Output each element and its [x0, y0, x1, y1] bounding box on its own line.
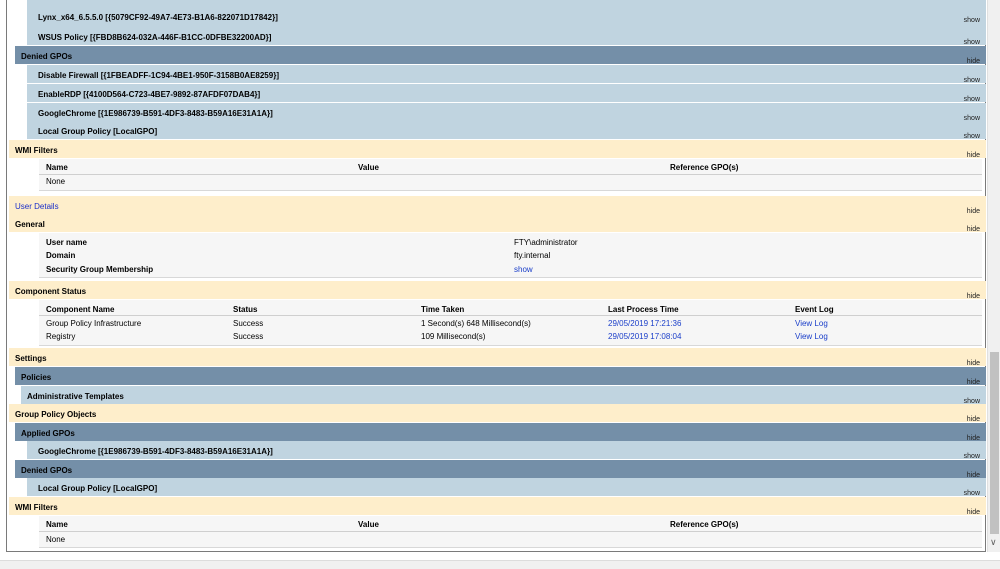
wmi-filters-title: WMI Filters [15, 146, 58, 155]
general-table: User name FTY\administrator Domain fty.i… [39, 233, 982, 278]
user-name-value: FTY\administrator [514, 238, 578, 247]
component-status-table: Component Name Status Time Taken Last Pr… [39, 300, 982, 346]
domain-key: Domain [46, 251, 76, 260]
column-header-time-taken: Time Taken [421, 305, 465, 314]
settings-header[interactable]: Settings hide [9, 348, 986, 367]
column-header-last-process: Last Process Time [608, 305, 679, 314]
domain-value: fty.internal [514, 251, 551, 260]
header-divider [39, 315, 982, 316]
report-panel: Lynx_x64_6.5.5.0 [{5079CF92-49A7-4E73-B1… [6, 0, 986, 552]
column-header-status: Status [233, 305, 258, 314]
scroll-down-icon[interactable]: ∨ [990, 537, 997, 547]
view-log-link[interactable]: View Log [795, 332, 828, 342]
wmi-filters-header[interactable]: WMI Filters hide [9, 140, 986, 159]
wmi-filters-table: Name Value Reference GPO(s) None [39, 516, 982, 548]
view-log-link[interactable]: View Log [795, 319, 828, 329]
component-status-header[interactable]: Component Status hide [9, 281, 986, 300]
gpo-label: Local Group Policy [LocalGPO] [38, 484, 158, 493]
scrollbar-thumb[interactable] [990, 352, 999, 534]
gpo-label: Disable Firewall [{1FBEADFF-1C94-4BE1-95… [38, 71, 279, 80]
gpo-row: Local Group Policy [LocalGPO] show [27, 478, 986, 497]
gpo-label: EnableRDP [{4100D564-C723-4BE7-9892-87AF… [38, 90, 261, 99]
gpo-label: GoogleChrome [{1E986739-B591-4DF3-8483-B… [38, 447, 273, 456]
column-header-component: Component Name [46, 305, 115, 314]
column-header-value: Value [358, 163, 379, 172]
gpo-row: WSUS Policy [{FBD8B624-032A-446F-B1CC-0D… [27, 27, 986, 46]
show-toggle[interactable]: show [964, 17, 980, 25]
general-title: General [15, 220, 45, 229]
wmi-filters-header[interactable]: WMI Filters hide [9, 497, 986, 516]
gpo-row: GoogleChrome [{1E986739-B591-4DF3-8483-B… [27, 103, 986, 122]
gpo-label: Local Group Policy [LocalGPO] [38, 127, 158, 136]
denied-gpos-header[interactable]: Denied GPOs hide [15, 46, 986, 65]
gpo-row: Lynx_x64_6.5.5.0 [{5079CF92-49A7-4E73-B1… [27, 0, 986, 27]
component-status-title: Component Status [15, 287, 87, 296]
settings-title: Settings [15, 354, 47, 363]
wmi-filters-table: Name Value Reference GPO(s) None [39, 159, 982, 191]
applied-gpos-title: Applied GPOs [21, 429, 75, 438]
denied-gpos-title: Denied GPOs [21, 52, 73, 61]
component-name: Group Policy Infrastructure [46, 319, 142, 328]
gpo-row: EnableRDP [{4100D564-C723-4BE7-9892-87AF… [27, 84, 986, 103]
header-divider [39, 174, 982, 175]
gpo-label: WSUS Policy [{FBD8B624-032A-446F-B1CC-0D… [38, 33, 272, 42]
wmi-none-text: None [46, 535, 66, 544]
component-time: 109 Millisecond(s) [421, 332, 486, 341]
gpo-label: Lynx_x64_6.5.5.0 [{5079CF92-49A7-4E73-B1… [38, 13, 278, 22]
header-divider [39, 531, 982, 532]
column-header-name: Name [46, 163, 68, 172]
gpo-row: GoogleChrome [{1E986739-B591-4DF3-8483-B… [27, 441, 986, 460]
component-name: Registry [46, 332, 76, 341]
column-header-value: Value [358, 520, 379, 529]
gpo-row: Local Group Policy [LocalGPO] show [27, 121, 986, 140]
component-last-process: 29/05/2019 17:08:04 [608, 332, 682, 341]
user-details-title: User Details [15, 202, 59, 211]
component-status: Success [233, 332, 264, 341]
security-group-key: Security Group Membership [46, 265, 154, 274]
component-last-process: 29/05/2019 17:21:36 [608, 319, 682, 328]
admin-templates-label: Administrative Templates [27, 392, 124, 401]
group-policy-objects-header[interactable]: Group Policy Objects hide [9, 404, 986, 423]
component-time: 1 Second(s) 648 Millisecond(s) [421, 319, 531, 328]
admin-templates-row[interactable]: Administrative Templates show [21, 386, 986, 405]
column-header-event-log: Event Log [795, 305, 834, 314]
wmi-filters-title: WMI Filters [15, 503, 58, 512]
denied-gpos-title: Denied GPOs [21, 466, 73, 475]
user-details-header[interactable]: User Details hide [9, 196, 986, 215]
applied-gpos-header[interactable]: Applied GPOs hide [15, 423, 986, 442]
gpo-row: Disable Firewall [{1FBEADFF-1C94-4BE1-95… [27, 65, 986, 84]
security-group-show-link[interactable]: show [514, 265, 533, 275]
group-policy-objects-title: Group Policy Objects [15, 410, 97, 419]
vertical-scrollbar[interactable]: ∨ [987, 0, 1000, 552]
column-header-name: Name [46, 520, 68, 529]
component-status: Success [233, 319, 264, 328]
wmi-none-text: None [46, 177, 66, 186]
general-header[interactable]: General hide [9, 214, 986, 233]
bottom-bar [0, 560, 1000, 569]
column-header-reference: Reference GPO(s) [670, 520, 739, 529]
column-header-reference: Reference GPO(s) [670, 163, 739, 172]
policies-header[interactable]: Policies hide [15, 367, 986, 386]
user-name-key: User name [46, 238, 87, 247]
policies-title: Policies [21, 373, 52, 382]
denied-gpos-header[interactable]: Denied GPOs hide [15, 460, 986, 479]
gpo-label: GoogleChrome [{1E986739-B591-4DF3-8483-B… [38, 109, 273, 118]
